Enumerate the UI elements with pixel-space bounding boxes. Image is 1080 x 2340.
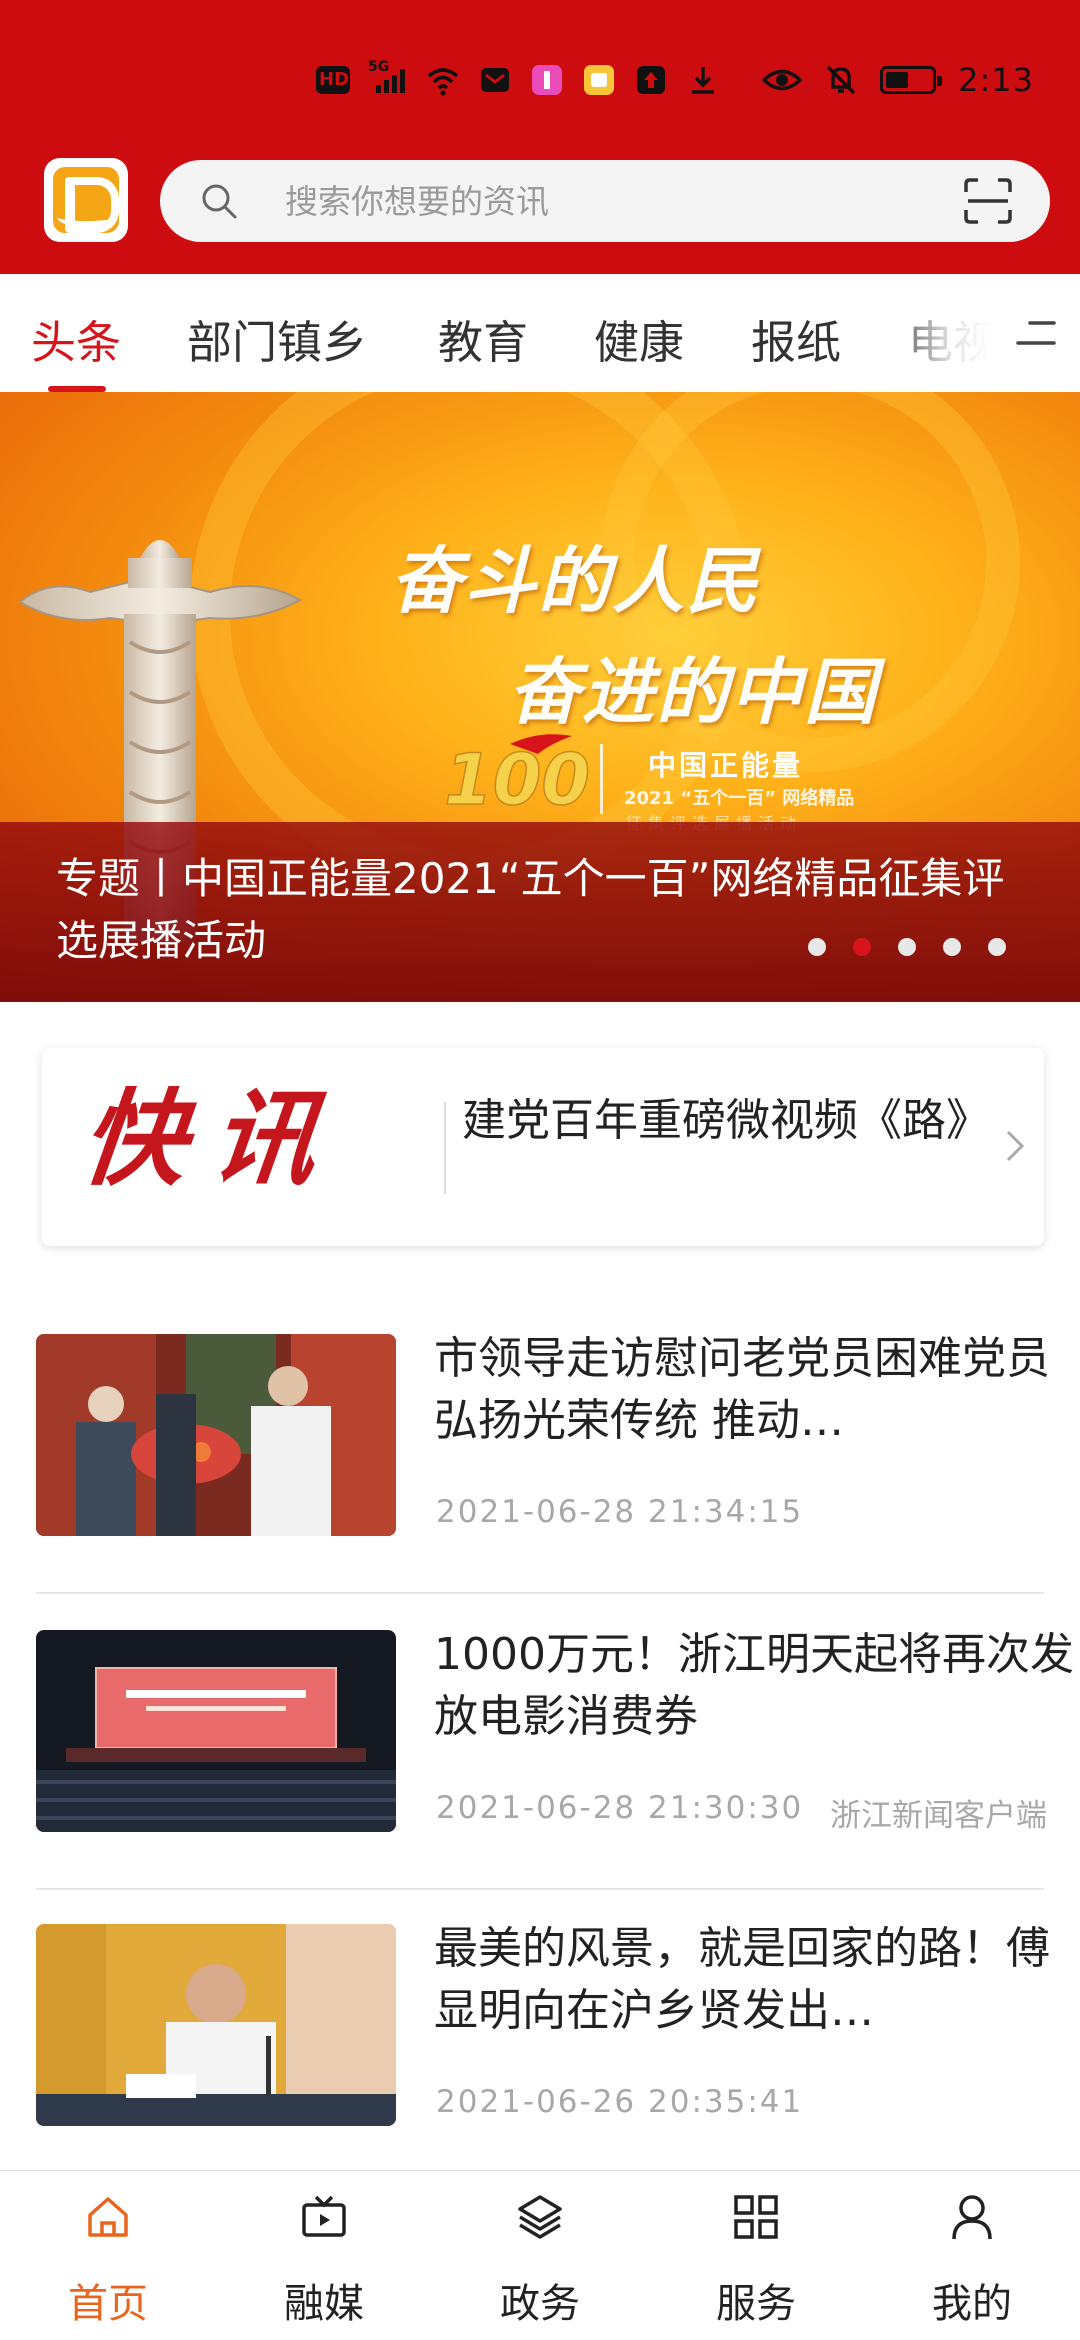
news-thumbnail[interactable] bbox=[36, 1924, 396, 2126]
carousel-dot[interactable] bbox=[898, 938, 916, 956]
logo-icon bbox=[53, 167, 119, 233]
layers-icon bbox=[518, 2195, 562, 2239]
mute-icon bbox=[826, 65, 856, 95]
nav-services-label: 服务 bbox=[716, 2281, 796, 2327]
nav-home[interactable]: 首页 bbox=[0, 2171, 216, 2340]
news-thumbnail[interactable] bbox=[36, 1334, 396, 1536]
status-bar: HD 5G 2:13 bbox=[0, 50, 1080, 110]
news-date: 2021-06-28 21:30:30 bbox=[436, 1790, 804, 1826]
banner-carousel[interactable]: 奋斗的人民 奋进的中国 100 中国正能量 2021 “五个一百” 网络精品 征… bbox=[0, 392, 1080, 1002]
app-icon-1 bbox=[532, 65, 562, 95]
scan-icon[interactable] bbox=[964, 178, 1012, 224]
badge-divider bbox=[600, 744, 603, 814]
slogan-line1: 奋斗的人民 bbox=[390, 539, 761, 623]
app-icon-2 bbox=[584, 65, 614, 95]
upload-app-icon bbox=[637, 66, 665, 94]
flash-divider bbox=[444, 1102, 446, 1194]
centenary-100-logo: 100 bbox=[443, 734, 590, 820]
chevron-right-icon[interactable] bbox=[1004, 1128, 1026, 1164]
search-bar[interactable] bbox=[160, 160, 1050, 242]
hd-icon: HD bbox=[316, 66, 350, 94]
slogan-line2: 奋进的中国 bbox=[508, 650, 879, 734]
news-source: 浙江新闻客户端 bbox=[830, 1798, 1047, 1834]
flash-headline[interactable]: 建党百年重磅微视频《路》 bbox=[462, 1090, 990, 1152]
tab-education[interactable]: 教育 bbox=[438, 306, 528, 371]
badge-title: 中国正能量 bbox=[648, 749, 804, 782]
download-icon bbox=[692, 67, 714, 94]
svg-text:100: 100 bbox=[444, 739, 590, 820]
flash-news-logo: 快讯 bbox=[75, 1077, 349, 1200]
news-item[interactable]: 1000万元！浙江明天起将再次发放电影消费券 2021-06-28 21:30:… bbox=[36, 1629, 1074, 1924]
news-date: 2021-06-26 20:35:41 bbox=[436, 2084, 804, 2120]
carousel-dot-active[interactable] bbox=[853, 938, 871, 956]
user-icon bbox=[952, 2195, 992, 2240]
carousel-dot[interactable] bbox=[943, 938, 961, 956]
nav-government-label: 政务 bbox=[500, 2281, 580, 2327]
flash-news-card[interactable]: 快讯 建党百年重磅微视频《路》 bbox=[42, 1048, 1044, 1246]
carousel-indicator bbox=[808, 938, 1006, 956]
app-header: HD 5G 2:13 搜索你想要的资讯 bbox=[0, 0, 1080, 274]
status-time: 2:13 bbox=[958, 61, 1034, 99]
wifi-icon bbox=[427, 68, 459, 96]
list-divider bbox=[36, 1592, 1044, 1594]
nav-media[interactable]: 融媒 bbox=[216, 2171, 432, 2340]
message-app-icon bbox=[481, 68, 509, 92]
tv-icon bbox=[302, 2195, 346, 2237]
battery-icon bbox=[880, 66, 943, 94]
nav-government[interactable]: 政务 bbox=[432, 2171, 648, 2340]
home-icon bbox=[88, 2197, 128, 2237]
badge-subtitle: 2021 “五个一百” 网络精品 bbox=[624, 788, 855, 809]
tab-health[interactable]: 健康 bbox=[594, 306, 684, 371]
bottom-navigation: 首页 融媒 政务 服务 我的 bbox=[0, 2170, 1080, 2340]
search-icon bbox=[202, 184, 237, 219]
list-divider bbox=[36, 1888, 1044, 1890]
banner-slogan: 奋斗的人民 奋进的中国 bbox=[390, 522, 950, 738]
nav-services[interactable]: 服务 bbox=[648, 2171, 864, 2340]
nav-profile-label: 我的 bbox=[932, 2281, 1012, 2327]
news-date: 2021-06-28 21:34:15 bbox=[436, 1494, 804, 1530]
app-logo[interactable] bbox=[44, 158, 128, 242]
eye-icon bbox=[762, 69, 803, 91]
carousel-dot[interactable] bbox=[808, 938, 826, 956]
tab-departments[interactable]: 部门镇乡 bbox=[187, 306, 367, 371]
nav-media-label: 融媒 bbox=[284, 2281, 364, 2327]
channel-tabs: 头条 部门镇乡 教育 健康 报纸 电视 bbox=[0, 274, 1080, 392]
news-title[interactable]: 1000万元！浙江明天起将再次发放电影消费券 bbox=[434, 1624, 1074, 1748]
news-title[interactable]: 市领导走访慰问老党员困难党员 弘扬光荣传统 推动… bbox=[434, 1328, 1074, 1452]
tab-newspaper[interactable]: 报纸 bbox=[751, 306, 841, 371]
grid-icon bbox=[734, 2195, 778, 2239]
carousel-dot[interactable] bbox=[988, 938, 1006, 956]
search-input[interactable] bbox=[285, 160, 925, 242]
channel-menu-icon[interactable] bbox=[1016, 318, 1056, 348]
news-thumbnail[interactable] bbox=[36, 1630, 396, 1832]
nav-home-label: 首页 bbox=[68, 2281, 148, 2327]
news-title[interactable]: 最美的风景，就是回家的路！傅显明向在沪乡贤发出… bbox=[434, 1918, 1074, 2042]
signal-5g-icon: 5G bbox=[368, 59, 408, 97]
nav-profile[interactable]: 我的 bbox=[864, 2171, 1080, 2340]
tab-headlines[interactable]: 头条 bbox=[31, 306, 121, 371]
news-item[interactable]: 市领导走访慰问老党员困难党员 弘扬光荣传统 推动… 2021-06-28 21:… bbox=[36, 1333, 1074, 1628]
